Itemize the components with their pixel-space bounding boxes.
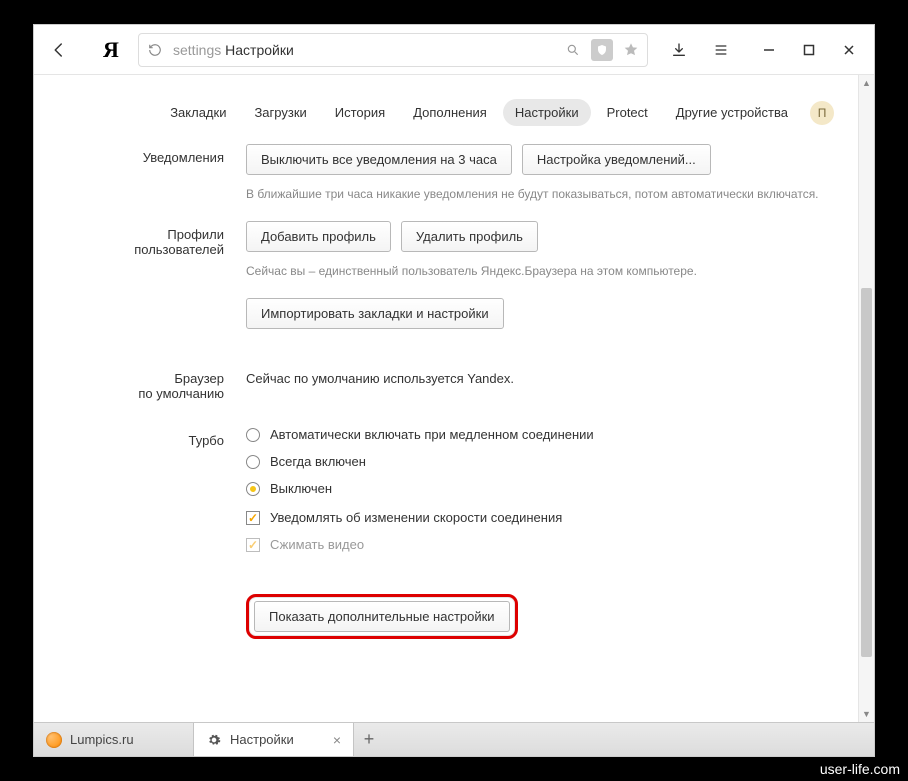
scroll-down-icon[interactable]: ▼ bbox=[859, 706, 874, 722]
search-icon[interactable] bbox=[563, 40, 583, 60]
notifications-hint: В ближайшие три часа никакие уведомления… bbox=[246, 185, 838, 203]
section-notifications: Уведомления Выключить все уведомления на… bbox=[34, 144, 858, 203]
watermark: user-life.com bbox=[820, 761, 900, 777]
default-browser-text: Сейчас по умолчанию используется Yandex. bbox=[246, 365, 838, 386]
tab-extensions[interactable]: Дополнения bbox=[401, 99, 499, 126]
maximize-button[interactable] bbox=[790, 31, 828, 69]
turbo-option-off[interactable]: Выключен bbox=[246, 481, 838, 496]
back-button[interactable] bbox=[40, 31, 78, 69]
section-advanced: Показать дополнительные настройки bbox=[34, 594, 858, 639]
profile-avatar[interactable]: П bbox=[810, 101, 834, 125]
minimize-button[interactable] bbox=[750, 31, 788, 69]
show-advanced-settings-button[interactable]: Показать дополнительные настройки bbox=[254, 601, 510, 632]
turbo-notify-check[interactable]: Уведомлять об изменении скорости соедине… bbox=[246, 510, 838, 525]
radio-icon[interactable] bbox=[246, 482, 260, 496]
tab-other-devices[interactable]: Другие устройства bbox=[664, 99, 800, 126]
yandex-logo[interactable]: Я bbox=[96, 37, 126, 63]
scroll-track[interactable] bbox=[859, 91, 874, 706]
section-label-turbo: Турбо bbox=[34, 427, 246, 564]
settings-content: Закладки Загрузки История Дополнения Нас… bbox=[34, 75, 858, 722]
delete-profile-button[interactable]: Удалить профиль bbox=[401, 221, 538, 252]
tab-title: Настройки bbox=[230, 732, 294, 747]
tab-downloads[interactable]: Загрузки bbox=[242, 99, 318, 126]
vertical-scrollbar[interactable]: ▲ ▼ bbox=[858, 75, 874, 722]
section-label-profiles: Профилипользователей bbox=[34, 221, 246, 339]
gear-icon bbox=[206, 732, 222, 748]
tab-history[interactable]: История bbox=[323, 99, 397, 126]
turbo-compress-check: Сжимать видео bbox=[246, 537, 838, 552]
browser-toolbar: Я settings Настройки bbox=[34, 25, 874, 75]
profiles-hint: Сейчас вы – единственный пользователь Ян… bbox=[246, 262, 838, 280]
show-advanced-highlight: Показать дополнительные настройки bbox=[246, 594, 518, 639]
turbo-option-auto[interactable]: Автоматически включать при медленном сое… bbox=[246, 427, 838, 442]
notification-settings-button[interactable]: Настройка уведомлений... bbox=[522, 144, 711, 175]
address-text: settings Настройки bbox=[173, 42, 555, 58]
close-button[interactable] bbox=[830, 31, 868, 69]
section-default-browser: Браузерпо умолчанию Сейчас по умолчанию … bbox=[34, 365, 858, 401]
shield-icon[interactable] bbox=[591, 39, 613, 61]
favicon-icon bbox=[46, 732, 62, 748]
new-tab-button[interactable]: + bbox=[354, 723, 384, 756]
tabstrip-tab-settings[interactable]: Настройки × bbox=[194, 723, 354, 756]
radio-icon[interactable] bbox=[246, 455, 260, 469]
scroll-thumb[interactable] bbox=[861, 288, 872, 657]
tab-settings[interactable]: Настройки bbox=[503, 99, 591, 126]
checkbox-icon bbox=[246, 538, 260, 552]
tabstrip-tab-lumpics[interactable]: Lumpics.ru bbox=[34, 723, 194, 756]
address-bar[interactable]: settings Настройки bbox=[138, 33, 648, 67]
section-turbo: Турбо Автоматически включать при медленн… bbox=[34, 427, 858, 564]
disable-notifications-button[interactable]: Выключить все уведомления на 3 часа bbox=[246, 144, 512, 175]
menu-button[interactable] bbox=[702, 31, 740, 69]
downloads-button[interactable] bbox=[660, 31, 698, 69]
reload-icon[interactable] bbox=[145, 40, 165, 60]
tab-protect[interactable]: Protect bbox=[595, 99, 660, 126]
close-tab-icon[interactable]: × bbox=[333, 732, 341, 748]
section-profiles: Профилипользователей Добавить профиль Уд… bbox=[34, 221, 858, 339]
checkbox-icon[interactable] bbox=[246, 511, 260, 525]
settings-tabs: Закладки Загрузки История Дополнения Нас… bbox=[34, 75, 858, 144]
import-bookmarks-button[interactable]: Импортировать закладки и настройки bbox=[246, 298, 504, 329]
add-profile-button[interactable]: Добавить профиль bbox=[246, 221, 391, 252]
bookmark-star-icon[interactable] bbox=[621, 40, 641, 60]
scroll-up-icon[interactable]: ▲ bbox=[859, 75, 874, 91]
radio-icon[interactable] bbox=[246, 428, 260, 442]
tab-bookmarks[interactable]: Закладки bbox=[158, 99, 238, 126]
browser-window: Я settings Настройки bbox=[33, 24, 875, 757]
section-label-notifications: Уведомления bbox=[34, 144, 246, 203]
turbo-option-always[interactable]: Всегда включен bbox=[246, 454, 838, 469]
tab-strip: Lumpics.ru Настройки × + bbox=[34, 722, 874, 756]
tab-title: Lumpics.ru bbox=[70, 732, 134, 747]
section-label-default-browser: Браузерпо умолчанию bbox=[34, 365, 246, 401]
